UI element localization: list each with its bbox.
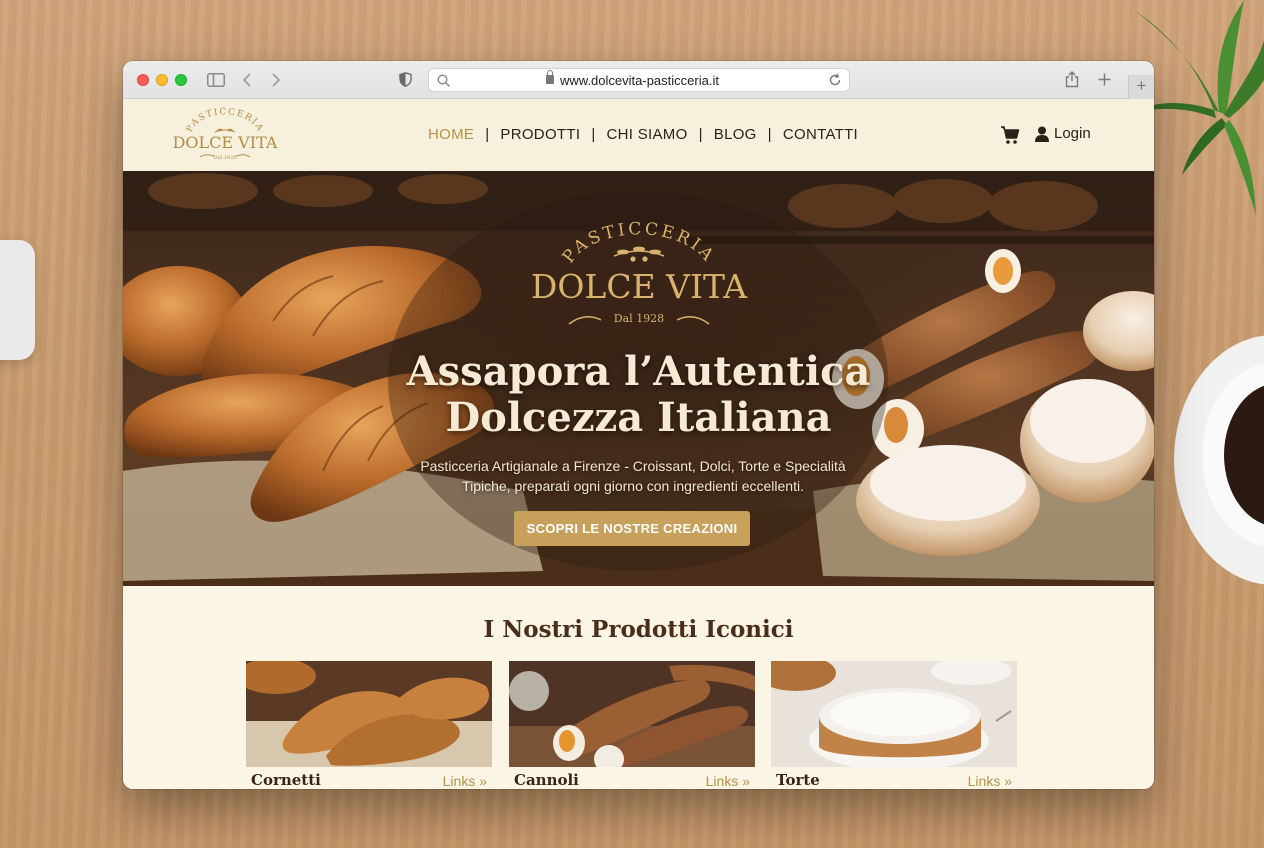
nav-prodotti[interactable]: PRODOTTI xyxy=(500,126,580,143)
logo-name-text: DOLCE VITA xyxy=(173,133,278,152)
cart-icon[interactable] xyxy=(1000,125,1020,145)
user-icon xyxy=(1035,126,1049,142)
sidebar-icon[interactable] xyxy=(207,73,225,87)
desk-device xyxy=(0,240,35,360)
discover-creations-button[interactable]: SCOPRI LE NOSTRE CREAZIONI xyxy=(514,511,750,546)
svg-text:PASTICCERIA: PASTICCERIA xyxy=(558,219,719,267)
product-image-cannoli xyxy=(509,661,755,773)
forward-icon[interactable] xyxy=(271,73,281,87)
share-icon[interactable] xyxy=(1065,71,1079,88)
product-name: Torte xyxy=(776,771,820,789)
product-link[interactable]: Links » xyxy=(706,773,750,789)
tab-overview-button[interactable]: + xyxy=(1128,75,1154,99)
logo-tag-text: Dal 1928 xyxy=(214,155,237,161)
close-window-button[interactable] xyxy=(137,74,149,86)
hero-subtitle-line1: Pasticceria Artigianale a Firenze - Croi… xyxy=(420,458,846,474)
maximize-window-button[interactable] xyxy=(175,74,187,86)
products-section: I Nostri Prodotti Iconici Cornetti Links… xyxy=(123,586,1154,789)
login-link[interactable]: Login xyxy=(1035,125,1091,142)
back-icon[interactable] xyxy=(242,73,252,87)
nav-separator: | xyxy=(591,126,596,143)
reload-icon[interactable] xyxy=(828,73,842,87)
product-link[interactable]: Links » xyxy=(968,773,1012,789)
login-label: Login xyxy=(1054,125,1091,142)
search-icon xyxy=(437,74,450,87)
url-text: www.dolcevita-pasticceria.it xyxy=(560,73,719,88)
products-title: I Nostri Prodotti Iconici xyxy=(483,616,794,643)
browser-window: www.dolcevita-pasticceria.it + PASTICCER… xyxy=(123,61,1154,789)
hero-emblem-name: DOLCE VITA xyxy=(530,267,747,306)
lock-icon xyxy=(546,70,554,84)
nav-contatti[interactable]: CONTATTI xyxy=(783,126,858,143)
hero-emblem-top: PASTICCERIA xyxy=(558,219,716,267)
page-viewport: PASTICCERIA DOLCE VITA Dal 1928 HOME | P… xyxy=(123,99,1154,789)
hero-title-line2: Dolcezza Italiana xyxy=(445,394,832,441)
product-card-cornetti[interactable]: Cornetti Links » xyxy=(236,658,492,789)
hero-emblem-tag: Dal 1928 xyxy=(613,312,663,325)
hero-title: Assapora l’Autentica Dolcezza Italiana xyxy=(123,349,1154,441)
nav-blog[interactable]: BLOG xyxy=(714,126,757,143)
hero-title-line1: Assapora l’Autentica xyxy=(406,348,871,395)
hero-logo-emblem: PASTICCERIA DOLCE VITA Dal 1928 xyxy=(530,219,747,325)
product-card-torte[interactable]: Torte Links » xyxy=(756,655,1017,789)
product-card-cannoli[interactable]: Cannoli Links » xyxy=(509,661,755,789)
site-header: PASTICCERIA DOLCE VITA Dal 1928 HOME | P… xyxy=(123,99,1154,171)
hero-banner: PASTICCERIA DOLCE VITA Dal 1928 Assapora… xyxy=(123,171,1154,586)
browser-toolbar: www.dolcevita-pasticceria.it + xyxy=(123,61,1154,99)
product-image-cornetti xyxy=(236,658,492,767)
hero-emblem: PASTICCERIA DOLCE VITA Dal 1928 xyxy=(123,216,1154,336)
hero-subtitle-line2: Tipiche, preparati ogni giorno con ingre… xyxy=(462,478,804,494)
main-nav: HOME | PRODOTTI | CHI SIAMO | BLOG | CON… xyxy=(428,126,858,143)
shield-icon[interactable] xyxy=(399,72,412,87)
nav-home[interactable]: HOME xyxy=(428,126,474,143)
product-image-torte xyxy=(756,655,1017,771)
minimize-window-button[interactable] xyxy=(156,74,168,86)
nav-separator: | xyxy=(698,126,703,143)
product-link[interactable]: Links » xyxy=(443,773,487,789)
product-name: Cannoli xyxy=(514,771,579,789)
hero-subtitle: Pasticceria Artigianale a Firenze - Croi… xyxy=(393,456,873,496)
nav-separator: | xyxy=(767,126,772,143)
coffee-cup-decoration xyxy=(1174,335,1264,585)
logo[interactable]: PASTICCERIA DOLCE VITA Dal 1928 xyxy=(170,105,280,165)
product-name: Cornetti xyxy=(251,771,321,789)
nav-chi-siamo[interactable]: CHI SIAMO xyxy=(607,126,688,143)
address-bar[interactable]: www.dolcevita-pasticceria.it xyxy=(428,68,850,92)
nav-separator: | xyxy=(485,126,490,143)
new-tab-icon[interactable] xyxy=(1098,73,1111,86)
